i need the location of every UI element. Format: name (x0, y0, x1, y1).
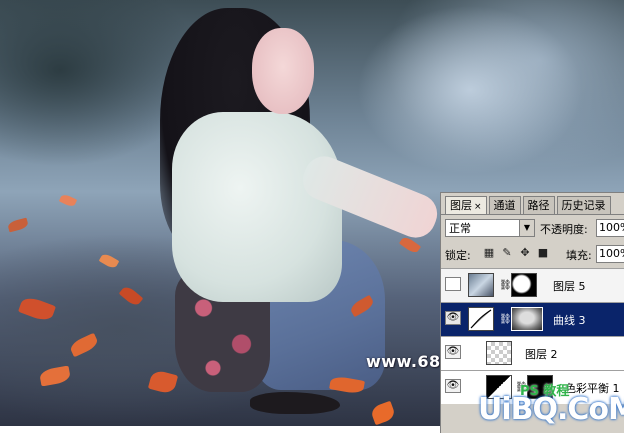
tab-channels[interactable]: 通道 (488, 196, 521, 214)
leaf (58, 193, 78, 208)
leaf (398, 235, 422, 255)
layer-name: 图层 5 (553, 280, 586, 293)
layer-row[interactable]: ⛓ 图层 5 (441, 268, 624, 302)
visibility-toggle[interactable] (445, 277, 461, 291)
layer-thumbnail (468, 273, 494, 297)
leaf (7, 217, 29, 233)
link-icon: ⛓ (499, 314, 512, 325)
tab-layers-label: 图层 (450, 199, 472, 212)
tab-history[interactable]: 历史记录 (556, 196, 611, 214)
leaf (147, 368, 179, 396)
leaf (17, 294, 57, 324)
tab-channels-label: 通道 (493, 199, 516, 212)
eye-icon[interactable]: 👁 (445, 311, 461, 325)
fill-field[interactable]: 100% (596, 245, 624, 263)
lock-paint-icon[interactable]: ✎ (501, 247, 513, 259)
blend-mode-value: 正常 (449, 222, 471, 235)
leaf (369, 400, 397, 426)
blend-mode-select[interactable]: 正常 ▼ (445, 219, 535, 237)
layer-row[interactable]: 👁 ⛓ 曲线 3 (441, 302, 624, 336)
leaf (38, 365, 72, 387)
opacity-label: 不透明度: (540, 223, 588, 236)
mask-thumbnail (511, 273, 537, 297)
lock-move-icon[interactable]: ✥ (519, 247, 531, 259)
layer-name: 曲线 3 (553, 314, 586, 327)
photo-face (252, 28, 314, 114)
lock-transparent-icon[interactable]: ▦ (483, 247, 495, 259)
tab-paths-label: 路径 (527, 199, 550, 212)
tab-history-label: 历史记录 (561, 199, 606, 212)
brand-watermark: UiBQ.CoM (478, 392, 624, 427)
eye-icon[interactable]: 👁 (445, 345, 461, 359)
leaf (98, 252, 120, 270)
lock-label: 锁定: (445, 249, 471, 262)
curve-graph (470, 309, 492, 329)
lock-row: 锁定: ▦ ✎ ✥ ■ 填充: 100% (445, 245, 624, 263)
chevron-down-icon[interactable]: ▼ (519, 220, 534, 236)
tab-layers[interactable]: 图层 × (445, 196, 487, 214)
layer-thumbnail (486, 341, 512, 365)
lock-all-icon[interactable]: ■ (537, 247, 549, 259)
photo-shoe (250, 392, 340, 414)
tab-divider (441, 214, 624, 215)
link-icon: ⛓ (499, 280, 512, 291)
photo-sweater (172, 112, 342, 302)
eye-icon[interactable]: 👁 (445, 379, 461, 393)
fill-label: 填充: (566, 249, 592, 262)
curves-adjustment-icon (468, 307, 494, 331)
panel-tabs: 图层 × 通道 路径 历史记录 (445, 196, 613, 214)
blend-row: 正常 ▼ 不透明度: 100% (445, 219, 624, 239)
leaf (68, 332, 100, 358)
layer-row[interactable]: 👁 图层 2 (441, 336, 624, 370)
layer-name: 图层 2 (525, 348, 558, 361)
tab-paths[interactable]: 路径 (522, 196, 555, 214)
leaf (118, 284, 144, 308)
opacity-field[interactable]: 100% (596, 219, 624, 237)
close-icon[interactable]: × (474, 202, 482, 212)
mask-thumbnail (511, 307, 543, 331)
